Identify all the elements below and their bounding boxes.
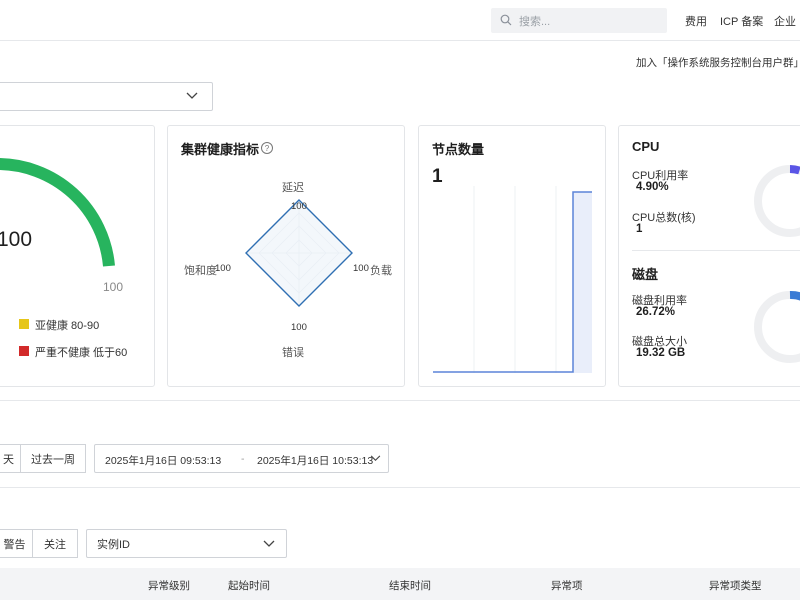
chevron-down-icon xyxy=(186,92,198,99)
chevron-down-icon xyxy=(263,540,275,547)
radar-axis-saturation-value: 100 xyxy=(215,263,231,274)
date-range-picker[interactable]: 2025年1月16日 09:53:13 - 2025年1月16日 10:53:1… xyxy=(94,444,389,473)
join-user-group-link[interactable]: 加入「操作系统服务控制台用户群」 xyxy=(636,55,800,70)
radar-axis-error-value: 100 xyxy=(291,322,307,333)
anomaly-table-header: 异常级别 起始时间 结束时间 异常项 异常项类型 xyxy=(0,568,800,600)
radar-axis-error-label: 错误 xyxy=(282,347,304,359)
radar-axis-load-value: 100 xyxy=(353,263,369,274)
node-count-chart xyxy=(433,186,592,373)
time-range-week-button[interactable]: 过去一周 xyxy=(20,444,86,473)
radar-axis-load-label: 负载 xyxy=(370,265,392,277)
column-start-time[interactable]: 起始时间 xyxy=(228,578,270,593)
subhealthy-legend-label: 亚健康 80-90 xyxy=(35,320,100,332)
nav-enterprise-link[interactable]: 企业 xyxy=(774,13,796,29)
nav-icp-link[interactable]: ICP 备案 xyxy=(720,13,763,29)
section-divider-1 xyxy=(0,400,800,401)
usage-donut-charts xyxy=(754,165,800,363)
date-range-end: 2025年1月16日 10:53:13 xyxy=(257,455,374,467)
radar-axis-latency-label: 延迟 xyxy=(282,182,304,194)
cluster-health-metrics-card: 集群健康指标 ? 延迟 100 100 负载 100 错误 饱和度 100 xyxy=(167,125,405,387)
top-navigation-bar: 搜索... 费用 ICP 备案 企业 xyxy=(0,0,800,41)
chevron-down-icon xyxy=(370,455,381,462)
radar-axis-saturation-label: 饱和度 xyxy=(184,265,217,277)
nav-billing-link[interactable]: 费用 xyxy=(685,13,707,29)
health-score-max: 100 xyxy=(103,280,124,294)
warning-filter-button[interactable]: 警告 xyxy=(0,529,33,558)
date-range-separator: - xyxy=(241,453,245,465)
subhealthy-legend-swatch xyxy=(19,319,29,329)
instance-id-select[interactable]: 实例ID xyxy=(86,529,287,558)
global-search-input[interactable]: 搜索... xyxy=(491,8,667,33)
unhealthy-legend-swatch xyxy=(19,346,29,356)
unhealthy-legend-label: 严重不健康 低于60 xyxy=(35,347,128,359)
node-count-card: 节点数量 1 xyxy=(418,125,606,387)
radar-axis-latency-value: 100 xyxy=(291,201,307,212)
time-range-day-button[interactable]: 天 xyxy=(0,444,21,473)
instance-id-select-value: 实例ID xyxy=(97,538,130,551)
column-anomaly-item-type[interactable]: 异常项类型 xyxy=(709,578,762,593)
column-end-time[interactable]: 结束时间 xyxy=(389,578,431,593)
date-range-start: 2025年1月16日 09:53:13 xyxy=(105,455,222,467)
health-score-card: 100 100 亚健康 80-90 严重不健康 低于60 xyxy=(0,125,155,387)
resource-usage-card: CPU CPU利用率 4.90% CPU总数(核) 1 磁盘 磁盘利用率 26.… xyxy=(618,125,800,387)
cluster-select[interactable] xyxy=(0,82,213,111)
search-placeholder: 搜索... xyxy=(519,16,551,28)
column-anomaly-level[interactable]: 异常级别 xyxy=(148,578,190,593)
column-anomaly-item[interactable]: 异常项 xyxy=(551,578,583,593)
search-icon xyxy=(500,14,512,26)
follow-filter-button[interactable]: 关注 xyxy=(32,529,78,558)
health-score-value: 100 xyxy=(0,228,33,251)
section-divider-2 xyxy=(0,487,800,488)
